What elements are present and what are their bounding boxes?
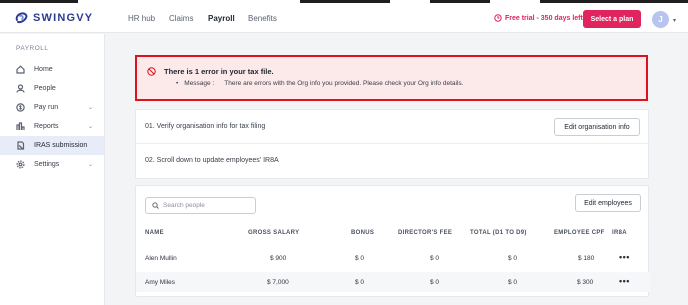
sidebar-item-label: IRAS submission: [34, 142, 88, 149]
employees-card: Edit employees NAME GROSS SALARY BONUS D…: [135, 185, 650, 297]
sidebar-item-settings[interactable]: Settings ⌄: [0, 155, 104, 174]
more-options-icon[interactable]: •••: [619, 252, 630, 262]
no-entry-icon: [147, 67, 156, 76]
column-header-name: NAME: [145, 230, 164, 236]
table-row[interactable]: Alen Mullin $ 900 $ 0 $ 0 $ 0 $ 180 •••: [136, 248, 650, 268]
swingvy-logo-icon: [15, 12, 28, 24]
trial-notice: Free trial - 350 days left: [494, 14, 583, 22]
error-alert: There is 1 error in your tax file. • Mes…: [135, 55, 648, 101]
sidebar-item-label: People: [34, 85, 56, 92]
bullet-icon: •: [176, 80, 179, 87]
cell-total: $ 0: [508, 255, 518, 262]
cell-directors-fee: $ 0: [430, 279, 440, 286]
edit-organisation-button[interactable]: Edit organisation info: [554, 118, 640, 136]
error-message-label: Message :: [184, 80, 215, 87]
brand-logo[interactable]: SWINGVY: [14, 11, 93, 25]
divider: [136, 143, 650, 144]
cell-total: $ 0: [508, 279, 518, 286]
sidebar-item-label: Reports: [34, 123, 59, 130]
cell-gross-salary: $ 7,000: [267, 279, 289, 286]
nav-hr-hub[interactable]: HR hub: [128, 14, 155, 23]
error-title: There is 1 error in your tax file.: [164, 67, 274, 76]
sidebar: PAYROLL Home People Pay run ⌄ Reports ⌄ …: [0, 34, 105, 305]
cell-bonus: $ 0: [355, 279, 365, 286]
column-header-ir8a: IR8A: [612, 230, 627, 236]
search-input[interactable]: [163, 202, 253, 209]
nav-claims[interactable]: Claims: [169, 14, 193, 23]
column-header-total: TOTAL (D1 TO D9): [470, 230, 527, 236]
clock-icon: [494, 14, 502, 22]
nav-benefits[interactable]: Benefits: [248, 14, 277, 23]
trial-text: Free trial - 350 days left: [505, 14, 583, 22]
cell-gross-salary: $ 900: [270, 255, 287, 262]
cell-employee-cpf: $ 300: [577, 279, 594, 286]
sidebar-item-label: Home: [34, 66, 53, 73]
sidebar-item-label: Pay run: [34, 104, 59, 111]
top-navbar: SWINGVY HR hub Claims Payroll Benefits F…: [0, 3, 688, 33]
money-icon: [16, 103, 25, 112]
sidebar-item-reports[interactable]: Reports ⌄: [0, 117, 104, 136]
nav-payroll[interactable]: Payroll: [208, 14, 235, 23]
column-header-bonus: BONUS: [351, 230, 375, 236]
edit-employees-button[interactable]: Edit employees: [575, 194, 641, 212]
cell-directors-fee: $ 0: [430, 255, 440, 262]
select-plan-button[interactable]: Select a plan: [583, 10, 641, 28]
step-update-ir8a: 02. Scroll down to update employees' IR8…: [145, 157, 279, 164]
cell-name: Amy Miles: [145, 279, 175, 286]
chevron-down-icon[interactable]: ⌄: [88, 104, 93, 111]
cell-bonus: $ 0: [355, 255, 365, 262]
steps-card: 01. Verify organisation info for tax fil…: [135, 109, 650, 179]
gear-icon: [16, 160, 25, 169]
chevron-down-icon[interactable]: ⌄: [88, 161, 93, 168]
document-icon: [17, 141, 25, 150]
person-icon: [16, 84, 25, 93]
column-header-employee-cpf: EMPLOYEE CPF: [554, 230, 605, 236]
brand-name: SWINGVY: [33, 12, 94, 24]
sidebar-heading: PAYROLL: [16, 45, 49, 52]
error-message: • Message : There are errors with the Or…: [176, 80, 463, 87]
avatar[interactable]: J: [652, 11, 669, 28]
chevron-down-icon[interactable]: ▾: [673, 17, 676, 24]
more-options-icon[interactable]: •••: [619, 276, 630, 286]
search-box[interactable]: [145, 197, 256, 214]
column-header-gross-salary: GROSS SALARY: [248, 230, 300, 236]
sidebar-item-home[interactable]: Home: [0, 60, 104, 79]
chevron-down-icon[interactable]: ⌄: [88, 123, 93, 130]
chart-icon: [16, 122, 25, 130]
table-row[interactable]: Amy Miles $ 7,000 $ 0 $ 0 $ 0 $ 300 •••: [136, 272, 650, 292]
column-header-directors-fee: DIRECTOR'S FEE: [398, 230, 453, 236]
sidebar-item-people[interactable]: People: [0, 79, 104, 98]
cell-name: Alen Mullin: [145, 255, 177, 262]
sidebar-item-iras-submission[interactable]: IRAS submission: [0, 136, 104, 155]
sidebar-item-pay-run[interactable]: Pay run ⌄: [0, 98, 104, 117]
cell-employee-cpf: $ 180: [578, 255, 595, 262]
step-verify-org: 01. Verify organisation info for tax fil…: [145, 123, 266, 130]
error-message-text: There are errors with the Org info you p…: [224, 80, 464, 87]
search-icon: [152, 202, 159, 209]
home-icon: [16, 65, 25, 74]
sidebar-item-label: Settings: [34, 161, 60, 168]
